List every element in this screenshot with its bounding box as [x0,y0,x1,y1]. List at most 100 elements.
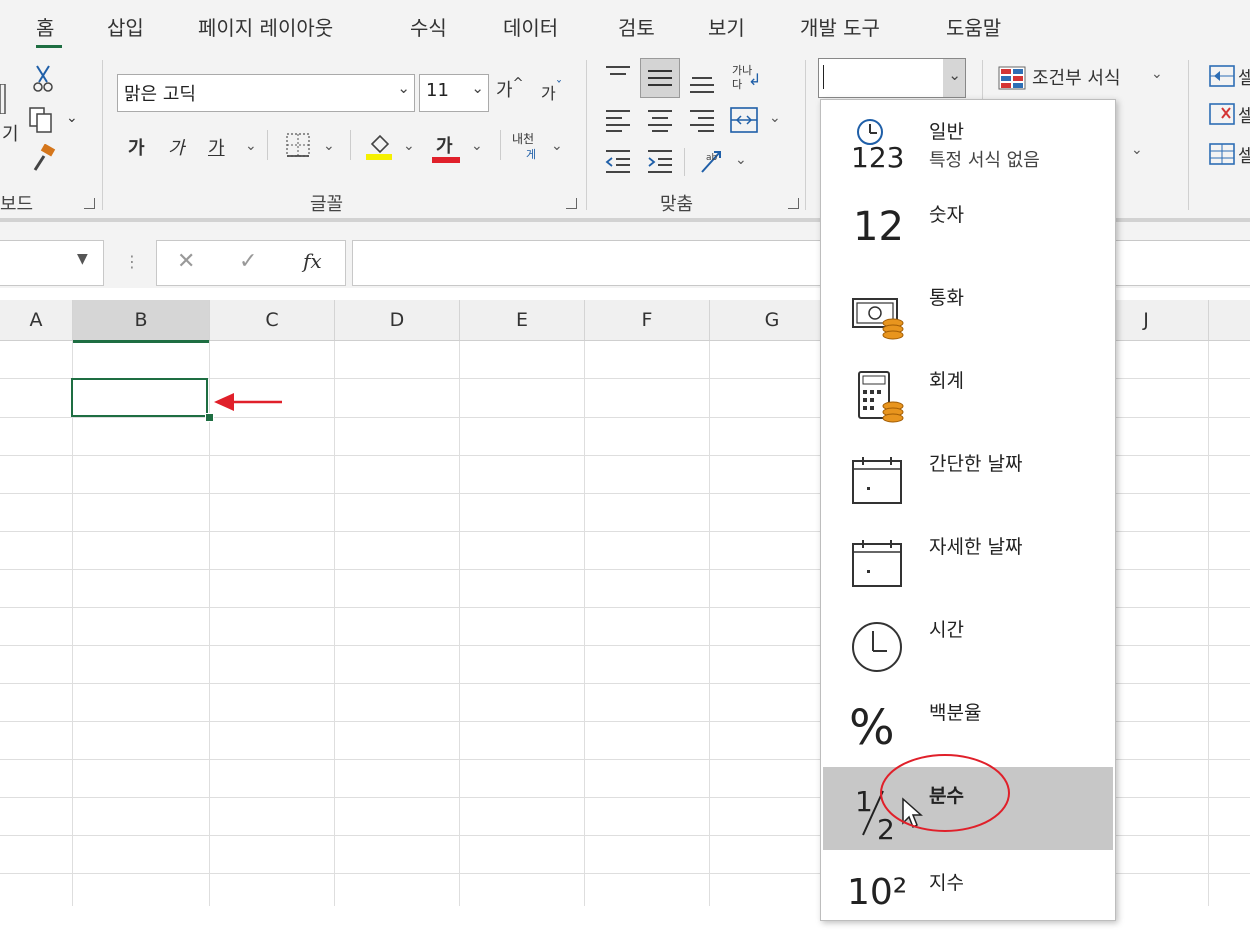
tab-formulas[interactable]: 수식 [410,12,447,41]
copy-icon[interactable] [28,106,56,134]
orientation-dropdown-chevron-icon[interactable]: ⌄ [735,152,747,168]
font-dialog-launcher-icon[interactable] [566,198,577,209]
format-option-label: 회계 [929,370,964,392]
align-middle-button[interactable] [640,58,680,98]
italic-button[interactable]: 가 [168,134,185,160]
merge-center-icon[interactable] [729,106,759,134]
resize-handle-icon[interactable]: ⋮ [124,252,140,271]
fill-color-dropdown-chevron-icon[interactable]: ⌄ [403,138,415,154]
column-header-d[interactable]: D [335,300,460,340]
phonetic-guide-button[interactable]: 내천 게 [512,130,548,164]
chevron-down-icon[interactable]: ⌄ [397,79,410,97]
format-option-label: 시간 [929,619,964,641]
font-color-dropdown-chevron-icon[interactable]: ⌄ [471,138,483,154]
format-option-time[interactable]: 시간 [823,599,1113,682]
cut-icon[interactable] [32,64,54,94]
font-name-combobox[interactable]: 맑은 고딕 ⌄ [117,74,415,112]
font-color-button[interactable]: 가 [432,132,462,164]
format-option-long-date[interactable]: 자세한 날짜 [823,516,1113,599]
column-header-c[interactable]: C [210,300,335,340]
align-top-icon[interactable] [604,64,632,88]
align-left-icon[interactable] [604,108,632,132]
format-cells-icon[interactable] [1208,142,1236,166]
column-header-f[interactable]: F [585,300,710,340]
wrap-text-button[interactable]: 가나 다 ↲ [730,62,764,96]
conditional-formatting-button[interactable]: 조건부 서식 ⌄ [998,64,1168,92]
tab-home[interactable]: 홈 [36,12,54,41]
increase-font-size-button[interactable]: 가^ [496,76,523,102]
underline-button[interactable]: 가 [208,134,225,160]
tab-review[interactable]: 검토 [618,12,655,41]
tab-help[interactable]: 도움말 [946,12,1001,41]
separator [684,148,685,176]
format-option-scientific[interactable]: 10² 지수 [823,852,1113,935]
merge-dropdown-chevron-icon[interactable]: ⌄ [769,110,781,126]
fill-color-icon[interactable] [366,130,394,162]
format-option-number[interactable]: 12 숫자 [823,184,1113,267]
format-option-fraction[interactable]: 1 2 분수 [823,754,1113,850]
time-format-icon [852,622,902,672]
enter-icon[interactable]: ✓ [239,249,257,274]
column-header-g[interactable]: G [710,300,835,340]
copy-dropdown-chevron-icon[interactable]: ⌄ [66,110,78,126]
borders-icon[interactable] [285,132,311,158]
selected-cell-b2[interactable] [71,378,208,417]
column-header-e[interactable]: E [460,300,585,340]
tab-developer[interactable]: 개발 도구 [800,12,880,41]
align-bottom-icon[interactable] [688,70,716,94]
decrease-indent-icon[interactable] [604,148,632,174]
tab-page-layout[interactable]: 페이지 레이아웃 [198,12,333,41]
increase-indent-icon[interactable] [646,148,674,174]
formula-buttons: ✕ ✓ fx [156,240,346,286]
wrap-bottom-text: 다 [732,78,743,91]
column-header-a[interactable]: A [0,300,73,340]
tab-view[interactable]: 보기 [708,12,745,41]
alignment-dialog-launcher-icon[interactable] [788,198,799,209]
align-center-icon[interactable] [646,108,674,132]
column-line [459,341,460,906]
font-group-label: 글꼴 [310,194,344,215]
column-header-b[interactable]: B [73,300,210,343]
format-option-short-date[interactable]: 간단한 날짜 [823,433,1113,516]
chevron-down-icon: ⌄ [948,66,961,84]
number-format-dropdown-button[interactable]: ⌄ [943,59,965,97]
column-line [709,341,710,906]
cell-styles-chevron-icon[interactable]: ⌄ [1131,142,1143,158]
delete-cells-icon[interactable] [1208,102,1236,126]
paste-icon[interactable] [0,84,6,114]
long-date-icon [852,540,902,587]
phonetic-dropdown-chevron-icon[interactable]: ⌄ [551,138,563,154]
clipboard-dialog-launcher-icon[interactable] [84,198,95,209]
delete-cells-label[interactable]: 셀 [1238,102,1250,128]
cancel-icon[interactable]: ✕ [177,249,195,274]
insert-cells-icon[interactable] [1208,64,1236,88]
text-caret [823,65,824,89]
name-box-dropdown-icon[interactable]: ▼ [77,251,88,267]
insert-cells-label[interactable]: 셀 [1238,64,1250,90]
column-header-k[interactable] [1209,300,1250,340]
paste-label-partial[interactable]: 기 [2,120,19,146]
format-option-currency[interactable]: 통화 [823,267,1113,350]
bold-button[interactable]: 가 [128,134,145,160]
orientation-icon[interactable]: ab [698,146,728,176]
format-option-label: 지수 [929,872,964,894]
decrease-font-size-button[interactable]: 가ˇ [541,80,562,104]
chevron-down-icon[interactable]: ⌄ [471,79,484,97]
number-format-combobox[interactable]: ⌄ [818,58,966,98]
insert-function-icon[interactable]: fx [303,249,322,273]
format-painter-icon[interactable] [30,144,60,174]
borders-dropdown-chevron-icon[interactable]: ⌄ [323,138,335,154]
group-separator [805,60,806,210]
format-option-accounting[interactable]: 회계 [823,350,1113,433]
name-box[interactable]: ▼ [0,240,104,286]
fill-handle[interactable] [205,413,214,422]
format-option-general[interactable]: 123 일반 특정 서식 없음 [823,101,1113,184]
tab-insert[interactable]: 삽입 [107,12,144,41]
align-right-icon[interactable] [688,108,716,132]
font-size-combobox[interactable]: 11 ⌄ [419,74,489,112]
wrap-arrow-icon: ↲ [748,70,762,89]
chevron-down-icon: ⌄ [1151,66,1163,82]
tab-data[interactable]: 데이터 [503,12,558,41]
underline-dropdown-chevron-icon[interactable]: ⌄ [245,138,257,154]
format-cells-label[interactable]: 셀 [1238,142,1250,168]
